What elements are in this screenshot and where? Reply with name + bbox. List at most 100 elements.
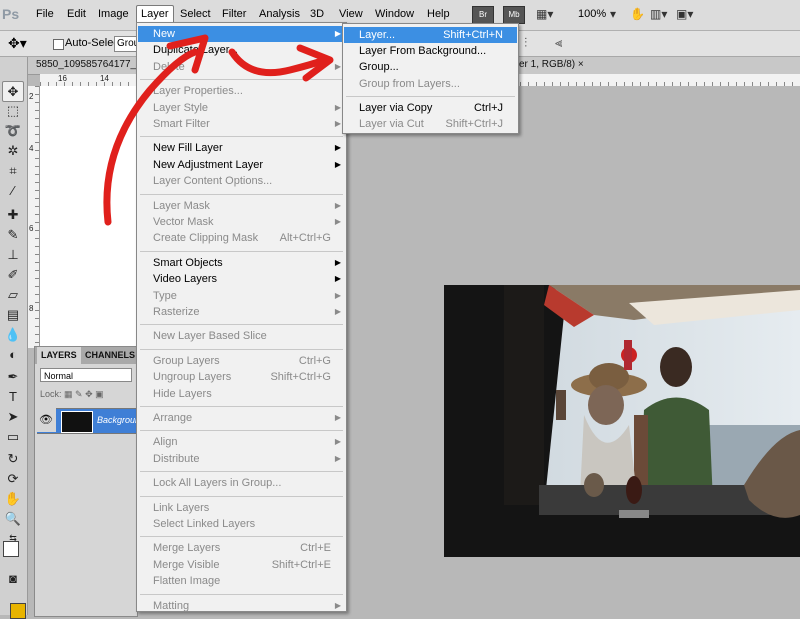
marquee-tool-icon[interactable]: ⬚ bbox=[3, 101, 23, 120]
menu-item-new-fill-layer[interactable]: New Fill Layer ▶ bbox=[138, 140, 345, 156]
zoom-level[interactable]: 100% bbox=[578, 6, 606, 23]
menu-item-ungroup-layers[interactable]: Ungroup Layers Shift+Ctrl+G bbox=[138, 369, 345, 385]
auto-select-checkbox[interactable] bbox=[53, 39, 64, 50]
lock-icons[interactable]: ▦ ✎ ✥ ▣ bbox=[64, 389, 104, 399]
layer-visibility-toggle[interactable]: 👁 bbox=[37, 408, 56, 432]
menu-item-layer[interactable]: Layer... Shift+Ctrl+N bbox=[344, 27, 517, 43]
menu-item-merge-layers[interactable]: Merge Layers Ctrl+E bbox=[138, 540, 345, 556]
menu-item-layer-properties[interactable]: Layer Properties... bbox=[138, 83, 345, 99]
healing-brush-tool-icon[interactable]: ✚ bbox=[3, 205, 23, 224]
menu-item-video-layers[interactable]: Video Layers ▶ bbox=[138, 271, 345, 287]
pen-tool-icon[interactable]: ✒ bbox=[3, 367, 23, 386]
lasso-tool-icon[interactable]: ➰ bbox=[3, 121, 23, 140]
menu-item-layer-from-background[interactable]: Layer From Background... bbox=[344, 43, 517, 59]
gradient-tool-icon[interactable]: ▤ bbox=[3, 305, 23, 324]
tab-channels[interactable]: CHANNELS bbox=[85, 350, 135, 360]
blend-mode-select[interactable]: Normal bbox=[40, 368, 132, 382]
menu-3d[interactable]: 3D bbox=[306, 6, 328, 23]
menu-item-select-linked-layers[interactable]: Select Linked Layers bbox=[138, 516, 345, 532]
menu-item-smart-objects[interactable]: Smart Objects ▶ bbox=[138, 255, 345, 271]
menu-item-smart-filter[interactable]: Smart Filter ▶ bbox=[138, 116, 345, 132]
menu-item-flatten-image[interactable]: Flatten Image bbox=[138, 573, 345, 589]
menu-item-vector-mask[interactable]: Vector Mask ▶ bbox=[138, 214, 345, 230]
photoshop-logo: Ps bbox=[2, 6, 20, 22]
tab-layers[interactable]: LAYERS bbox=[37, 347, 81, 364]
layer-thumbnail bbox=[61, 411, 93, 433]
background-color-swatch[interactable] bbox=[10, 603, 26, 619]
dodge-tool-icon[interactable]: ◐ bbox=[3, 345, 23, 364]
submenu-arrow-icon: ▶ bbox=[334, 61, 341, 71]
view-extras-icon[interactable]: ▦▾ bbox=[536, 6, 553, 22]
menu-item-group-layers[interactable]: Group Layers Ctrl+G bbox=[138, 353, 345, 369]
menu-item-new-layer-based-slice[interactable]: New Layer Based Slice bbox=[138, 328, 345, 344]
menu-item-hide-layers[interactable]: Hide Layers bbox=[138, 386, 345, 402]
menu-item-label: Merge Layers bbox=[153, 542, 221, 555]
menu-item-layer-via-cut[interactable]: Layer via Cut Shift+Ctrl+J bbox=[344, 116, 517, 132]
move-tool-preset-icon[interactable]: ✥▾ bbox=[8, 35, 27, 52]
menu-item-delete[interactable]: Delete ▶ bbox=[138, 59, 345, 75]
menu-item-link-layers[interactable]: Link Layers bbox=[138, 500, 345, 516]
menu-item-layer-style[interactable]: Layer Style ▶ bbox=[138, 100, 345, 116]
screen-mode-icon[interactable]: ▣▾ bbox=[676, 6, 693, 22]
menu-item-layer-mask[interactable]: Layer Mask ▶ bbox=[138, 198, 345, 214]
eye-icon[interactable]: 👁 bbox=[39, 413, 53, 426]
document-tab-title-right[interactable]: yer 1, RGB/8) × bbox=[514, 59, 584, 70]
menu-image[interactable]: Image bbox=[94, 6, 133, 23]
menu-item-lock-all-layers-in-group[interactable]: Lock All Layers in Group... bbox=[138, 475, 345, 491]
zoom-dropdown-icon[interactable]: ▾ bbox=[610, 6, 616, 22]
shape-tool-icon[interactable]: ▭ bbox=[3, 427, 23, 446]
menu-analysis[interactable]: Analysis bbox=[255, 6, 304, 23]
menu-help[interactable]: Help bbox=[423, 6, 454, 23]
document-photo[interactable] bbox=[444, 285, 800, 557]
menu-window[interactable]: Window bbox=[371, 6, 418, 23]
menu-select[interactable]: Select bbox=[176, 6, 215, 23]
menu-item-distribute[interactable]: Distribute ▶ bbox=[138, 451, 345, 467]
menu-item-group-from-layers[interactable]: Group from Layers... bbox=[344, 76, 517, 92]
zoom-tool-icon[interactable]: 🔍 bbox=[3, 509, 23, 528]
arrange-documents-icon[interactable]: ▥▾ bbox=[650, 6, 667, 22]
move-tool-icon[interactable]: ✥ bbox=[2, 81, 24, 102]
menu-item-align[interactable]: Align ▶ bbox=[138, 434, 345, 450]
eraser-tool-icon[interactable]: ▱ bbox=[3, 285, 23, 304]
auto-align-icon[interactable]: ⫷ bbox=[555, 35, 562, 51]
crop-tool-icon[interactable]: ⌗ bbox=[3, 161, 23, 180]
hand-tool-icon[interactable]: ✋ bbox=[630, 6, 645, 22]
menu-item-new[interactable]: New ▶ bbox=[138, 26, 345, 42]
eyedropper-tool-icon[interactable]: ⁄ bbox=[3, 181, 23, 200]
menu-item-layer-content-options[interactable]: Layer Content Options... bbox=[138, 173, 345, 189]
brush-tool-icon[interactable]: ✎ bbox=[3, 225, 23, 244]
clone-stamp-tool-icon[interactable]: ⊥ bbox=[3, 245, 23, 264]
menu-edit[interactable]: Edit bbox=[63, 6, 90, 23]
blur-tool-icon[interactable]: 💧 bbox=[3, 325, 23, 344]
menu-item-merge-visible[interactable]: Merge Visible Shift+Ctrl+E bbox=[138, 557, 345, 573]
menu-item-create-clipping-mask[interactable]: Create Clipping Mask Alt+Ctrl+G bbox=[138, 230, 345, 246]
mini-bridge-icon[interactable]: Mb bbox=[503, 6, 525, 24]
document-tab-title[interactable]: 5850_109585764177_10 bbox=[36, 59, 147, 70]
ruler-number: 6 bbox=[29, 224, 34, 233]
menu-item-arrange[interactable]: Arrange ▶ bbox=[138, 410, 345, 426]
quick-mask-icon[interactable]: ◙ bbox=[3, 569, 23, 588]
menu-item-rasterize[interactable]: Rasterize ▶ bbox=[138, 304, 345, 320]
type-tool-icon[interactable]: T bbox=[3, 387, 23, 406]
menu-item-group[interactable]: Group... bbox=[344, 59, 517, 75]
foreground-color-swatch[interactable] bbox=[3, 541, 19, 557]
menu-item-label: Merge Visible bbox=[153, 558, 220, 571]
menu-item-duplicate-layer[interactable]: Duplicate Layer... bbox=[138, 42, 345, 58]
menu-file[interactable]: File bbox=[32, 6, 58, 23]
path-selection-tool-icon[interactable]: ➤ bbox=[3, 407, 23, 426]
hand-tool-icon[interactable]: ✋ bbox=[3, 489, 23, 508]
menu-item-new-adjustment-layer[interactable]: New Adjustment Layer ▶ bbox=[138, 157, 345, 173]
lock-label: Lock: bbox=[40, 389, 62, 399]
3d-orbit-tool-icon[interactable]: ⟳ bbox=[3, 469, 23, 488]
menu-item-type[interactable]: Type ▶ bbox=[138, 288, 345, 304]
history-brush-tool-icon[interactable]: ✐ bbox=[3, 265, 23, 284]
quick-selection-tool-icon[interactable]: ✲ bbox=[3, 141, 23, 160]
document-canvas[interactable] bbox=[40, 86, 136, 348]
menu-item-layer-via-copy[interactable]: Layer via Copy Ctrl+J bbox=[344, 100, 517, 116]
menu-view[interactable]: View bbox=[335, 6, 367, 23]
menu-filter[interactable]: Filter bbox=[218, 6, 250, 23]
menu-item-matting[interactable]: Matting ▶ bbox=[138, 598, 345, 614]
3d-rotate-tool-icon[interactable]: ↻ bbox=[3, 449, 23, 468]
bridge-icon[interactable]: Br bbox=[472, 6, 494, 24]
distribute-icon[interactable]: ⫶ bbox=[524, 35, 527, 51]
